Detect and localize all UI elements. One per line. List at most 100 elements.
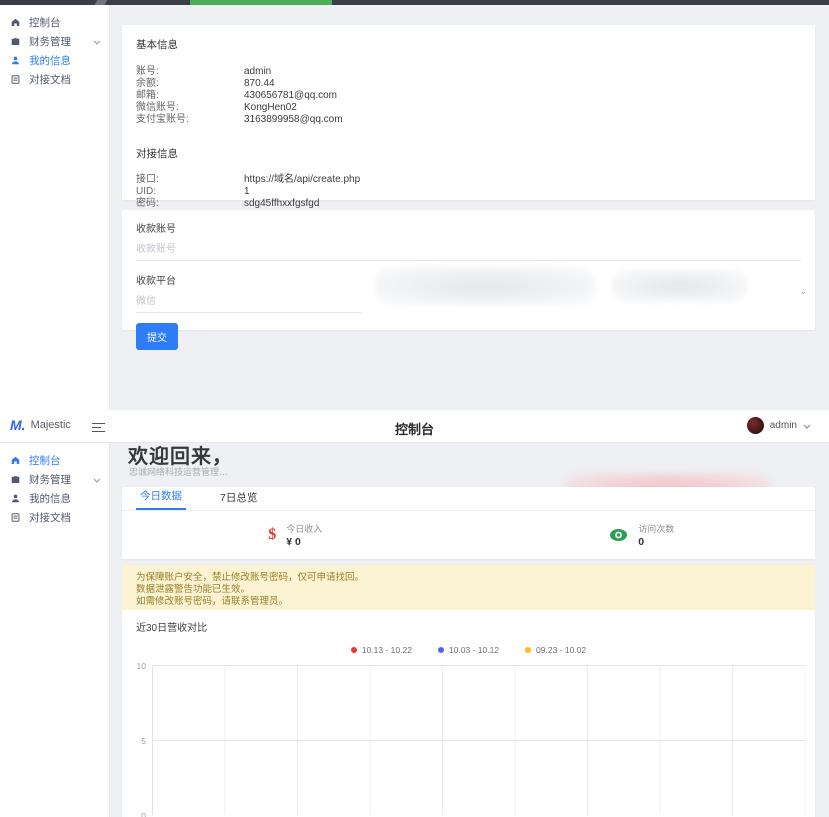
sidebar-item-finance[interactable]: 财务管理 — [0, 470, 109, 489]
redacted-area — [612, 270, 747, 302]
sidebar-item-console[interactable]: 控制台 — [0, 13, 109, 32]
page: 控制台 财务管理 我的信息 对接文档 基本信息 账号:admin 余额:870.… — [0, 0, 829, 817]
notice-line: 数据泄露警告功能已生效。 — [136, 584, 801, 596]
info-row: 账号:admin — [136, 66, 801, 78]
legend-item[interactable]: 09.23 - 10.02 — [525, 645, 586, 655]
payout-platform-select[interactable] — [136, 291, 362, 313]
user-menu[interactable]: admin — [747, 417, 811, 434]
y-axis-tick: 0 — [141, 811, 146, 817]
profile-page: 控制台 财务管理 我的信息 对接文档 基本信息 账号:admin 余额:870.… — [0, 5, 829, 410]
stat-value: ¥ 0 — [286, 536, 322, 548]
payout-account-label: 收款账号 — [136, 220, 801, 235]
submit-button[interactable]: 提交 — [136, 323, 178, 350]
stat-label: 访问次数 — [638, 522, 674, 535]
field-value: 3163899958@qq.com — [244, 114, 343, 126]
sidebar-item-my-info[interactable]: 我的信息 — [0, 51, 109, 70]
document-icon — [10, 74, 21, 85]
chevron-down-icon — [93, 476, 101, 484]
document-icon — [10, 512, 21, 523]
stat-value: 0 — [638, 536, 674, 548]
y-axis-tick: 10 — [137, 661, 146, 671]
legend-label: 09.23 - 10.02 — [536, 645, 586, 655]
field-label: 余额: — [136, 78, 244, 90]
chart-card: 近30日营收对比 10.13 - 10.22 10.03 - 10.12 09.… — [122, 610, 815, 817]
select-caret-icon: ⌄ — [799, 286, 807, 297]
sidebar-item-my-info[interactable]: 我的信息 — [0, 489, 109, 508]
home-icon — [10, 17, 21, 28]
field-label: 接口: — [136, 174, 244, 186]
stats-card: 今日数据 7日总览 $ 今日收入 ¥ 0 — [122, 487, 815, 559]
info-row: 微信账号:KongHen02 — [136, 102, 801, 114]
info-row: 邮箱:430656781@qq.com — [136, 90, 801, 102]
field-value: sdg45ffhxxfgsfgd — [244, 198, 319, 210]
briefcase-icon — [10, 474, 21, 485]
field-label: UID: — [136, 186, 244, 198]
user-icon — [10, 493, 21, 504]
app-header: M. Majestic 控制台 admin — [0, 410, 829, 443]
field-label: 微信账号: — [136, 102, 244, 114]
tab-7day-overview[interactable]: 7日总览 — [216, 490, 261, 510]
notice-line: 如需修改账号密码，请联系管理员。 — [136, 596, 801, 608]
legend-item[interactable]: 10.13 - 10.22 — [351, 645, 412, 655]
field-value: 430656781@qq.com — [244, 90, 337, 102]
sidebar-item-label: 对接文档 — [29, 510, 101, 525]
user-icon — [10, 55, 21, 66]
chevron-down-icon — [803, 422, 811, 430]
field-value: KongHen02 — [244, 102, 297, 114]
sidebar-item-label: 财务管理 — [29, 34, 85, 49]
notice-line: 为保障账户安全，禁止修改账号密码，仅可申请找回。 — [136, 572, 801, 584]
sidebar-item-label: 控制台 — [29, 453, 101, 468]
field-label: 支付宝账号: — [136, 114, 244, 126]
avatar — [747, 417, 764, 434]
redacted-area — [375, 267, 595, 305]
field-value: 1 — [244, 186, 250, 198]
y-axis-tick: 5 — [141, 736, 146, 746]
dollar-icon: $ — [268, 526, 276, 544]
legend-dot-yellow — [525, 647, 531, 653]
chevron-down-icon — [93, 38, 101, 46]
field-value: admin — [244, 66, 271, 78]
field-label: 邮箱: — [136, 90, 244, 102]
basic-info-title: 基本信息 — [136, 37, 801, 52]
legend-dot-blue — [438, 647, 444, 653]
info-row: 支付宝账号:3163899958@qq.com — [136, 114, 801, 126]
stats-row: $ 今日收入 ¥ 0 访问次数 0 — [122, 511, 815, 559]
info-row: 余额:870.44 — [136, 78, 801, 90]
payout-account-input[interactable] — [136, 239, 801, 261]
username: admin — [770, 420, 797, 431]
eye-icon — [609, 528, 628, 542]
tab-today-data[interactable]: 今日数据 — [136, 488, 186, 510]
sidebar-item-console[interactable]: 控制台 — [0, 451, 109, 470]
sidebar-console: 控制台 财务管理 我的信息 对接文档 — [0, 443, 110, 817]
basic-info-card: 基本信息 账号:admin 余额:870.44 邮箱:430656781@qq.… — [122, 25, 815, 200]
home-icon — [10, 455, 21, 466]
sidebar-item-label: 我的信息 — [29, 491, 101, 506]
sidebar-item-label: 对接文档 — [29, 72, 101, 87]
chart-legend: 10.13 - 10.22 10.03 - 10.12 09.23 - 10.0… — [122, 645, 815, 655]
briefcase-icon — [10, 36, 21, 47]
console-page: M. Majestic 控制台 admin 控制台 财务管理 — [0, 410, 829, 817]
field-value: https://域名/api/create.php — [244, 174, 360, 186]
api-info-title: 对接信息 — [136, 146, 801, 161]
sidebar-item-label: 财务管理 — [29, 472, 85, 487]
sidebar-item-docs[interactable]: 对接文档 — [0, 70, 109, 89]
stat-today-income: $ 今日收入 ¥ 0 — [122, 511, 469, 559]
field-label: 账号: — [136, 66, 244, 78]
field-label: 密码: — [136, 198, 244, 210]
chart-title: 近30日营收对比 — [136, 619, 207, 634]
info-row: 密码:sdg45ffhxxfgsfgd — [136, 198, 801, 210]
legend-label: 10.03 - 10.12 — [449, 645, 499, 655]
sidebar-profile: 控制台 财务管理 我的信息 对接文档 — [0, 5, 110, 410]
legend-item[interactable]: 10.03 - 10.12 — [438, 645, 499, 655]
stats-tabs: 今日数据 7日总览 — [122, 487, 815, 511]
info-row: 接口:https://域名/api/create.php — [136, 174, 801, 186]
sidebar-item-label: 我的信息 — [29, 53, 101, 68]
gridline-h — [153, 665, 806, 666]
stat-visit-count: 访问次数 0 — [469, 511, 816, 559]
page-title: 控制台 — [0, 419, 829, 438]
chart-plot-area: 10 5 0 — [152, 665, 805, 815]
sidebar-item-finance[interactable]: 财务管理 — [0, 32, 109, 51]
field-value: 870.44 — [244, 78, 275, 90]
sidebar-item-docs[interactable]: 对接文档 — [0, 508, 109, 527]
info-row: UID:1 — [136, 186, 801, 198]
